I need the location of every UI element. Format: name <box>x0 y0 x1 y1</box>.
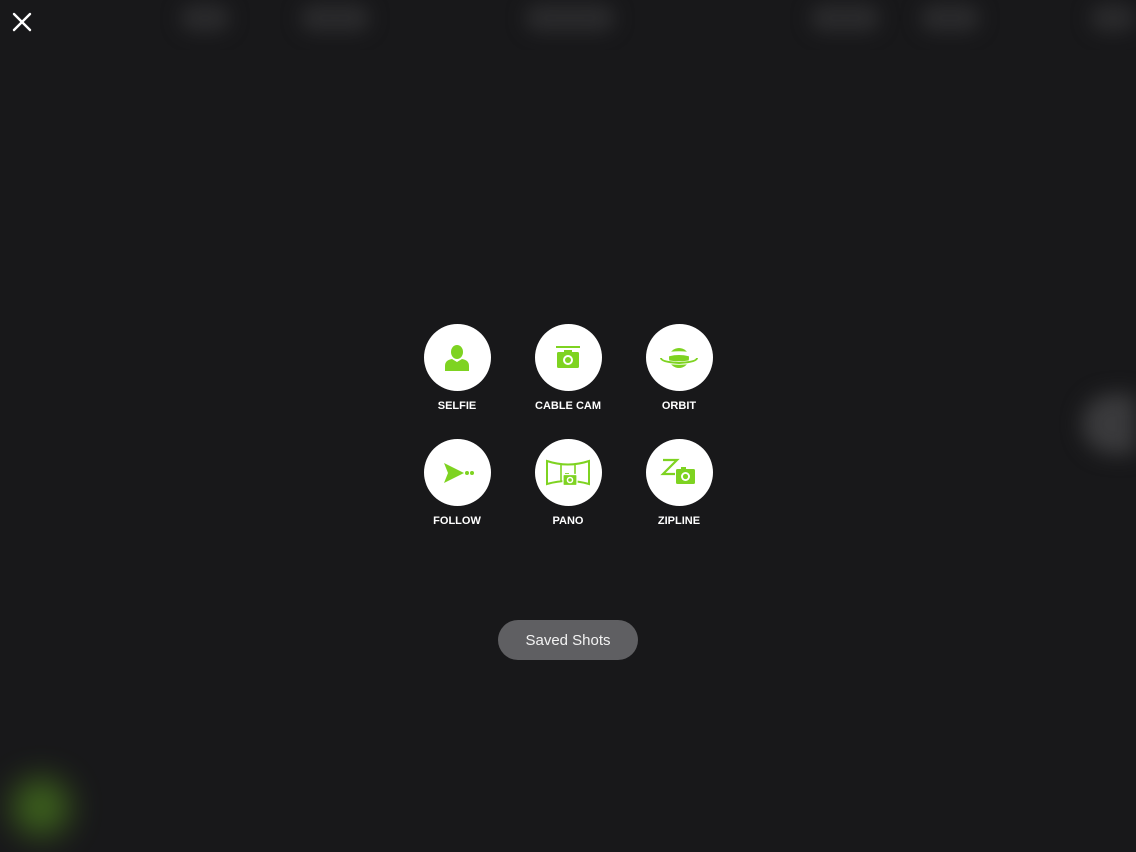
shot-selfie[interactable]: SELFIE <box>402 324 512 439</box>
shot-pano-circle[interactable] <box>534 439 602 506</box>
close-button[interactable] <box>8 8 36 36</box>
shots-grid: SELFIE CABLE CAM ORBIT FOLLOW PANO ZIPLI… <box>402 324 734 554</box>
shot-cable-cam-label: CABLE CAM <box>535 400 601 412</box>
blurred-top-bar <box>0 0 1136 50</box>
shot-follow-circle[interactable] <box>423 439 491 506</box>
shot-cable-cam[interactable]: CABLE CAM <box>513 324 623 439</box>
close-icon <box>12 12 32 32</box>
status-indicator <box>12 778 70 836</box>
smart-shots-screen: SELFIE CABLE CAM ORBIT FOLLOW PANO ZIPLI… <box>0 0 1136 852</box>
shot-orbit-label: ORBIT <box>661 400 697 412</box>
shot-selfie-circle[interactable] <box>423 324 491 391</box>
shot-zipline-label: ZIPLINE <box>657 515 701 527</box>
shot-zipline-circle[interactable] <box>645 439 713 506</box>
cable-cam-icon <box>556 345 580 368</box>
saved-shots-button[interactable]: Saved Shots <box>498 620 638 660</box>
zipline-icon <box>660 458 695 484</box>
orbit-icon <box>659 347 699 368</box>
shot-selfie-label: SELFIE <box>437 400 477 412</box>
shot-pano-label: PANO <box>552 515 584 527</box>
shot-zipline[interactable]: ZIPLINE <box>624 439 734 554</box>
side-handle[interactable] <box>1082 394 1136 454</box>
follow-icon <box>444 462 474 483</box>
shot-follow-label: FOLLOW <box>433 515 481 527</box>
shot-pano[interactable]: PANO <box>513 439 623 554</box>
shot-follow[interactable]: FOLLOW <box>402 439 512 554</box>
shot-cable-cam-circle[interactable] <box>534 324 602 391</box>
shot-orbit-circle[interactable] <box>645 324 713 391</box>
pano-icon <box>546 459 590 486</box>
shot-orbit[interactable]: ORBIT <box>624 324 734 439</box>
person-icon <box>445 344 469 371</box>
